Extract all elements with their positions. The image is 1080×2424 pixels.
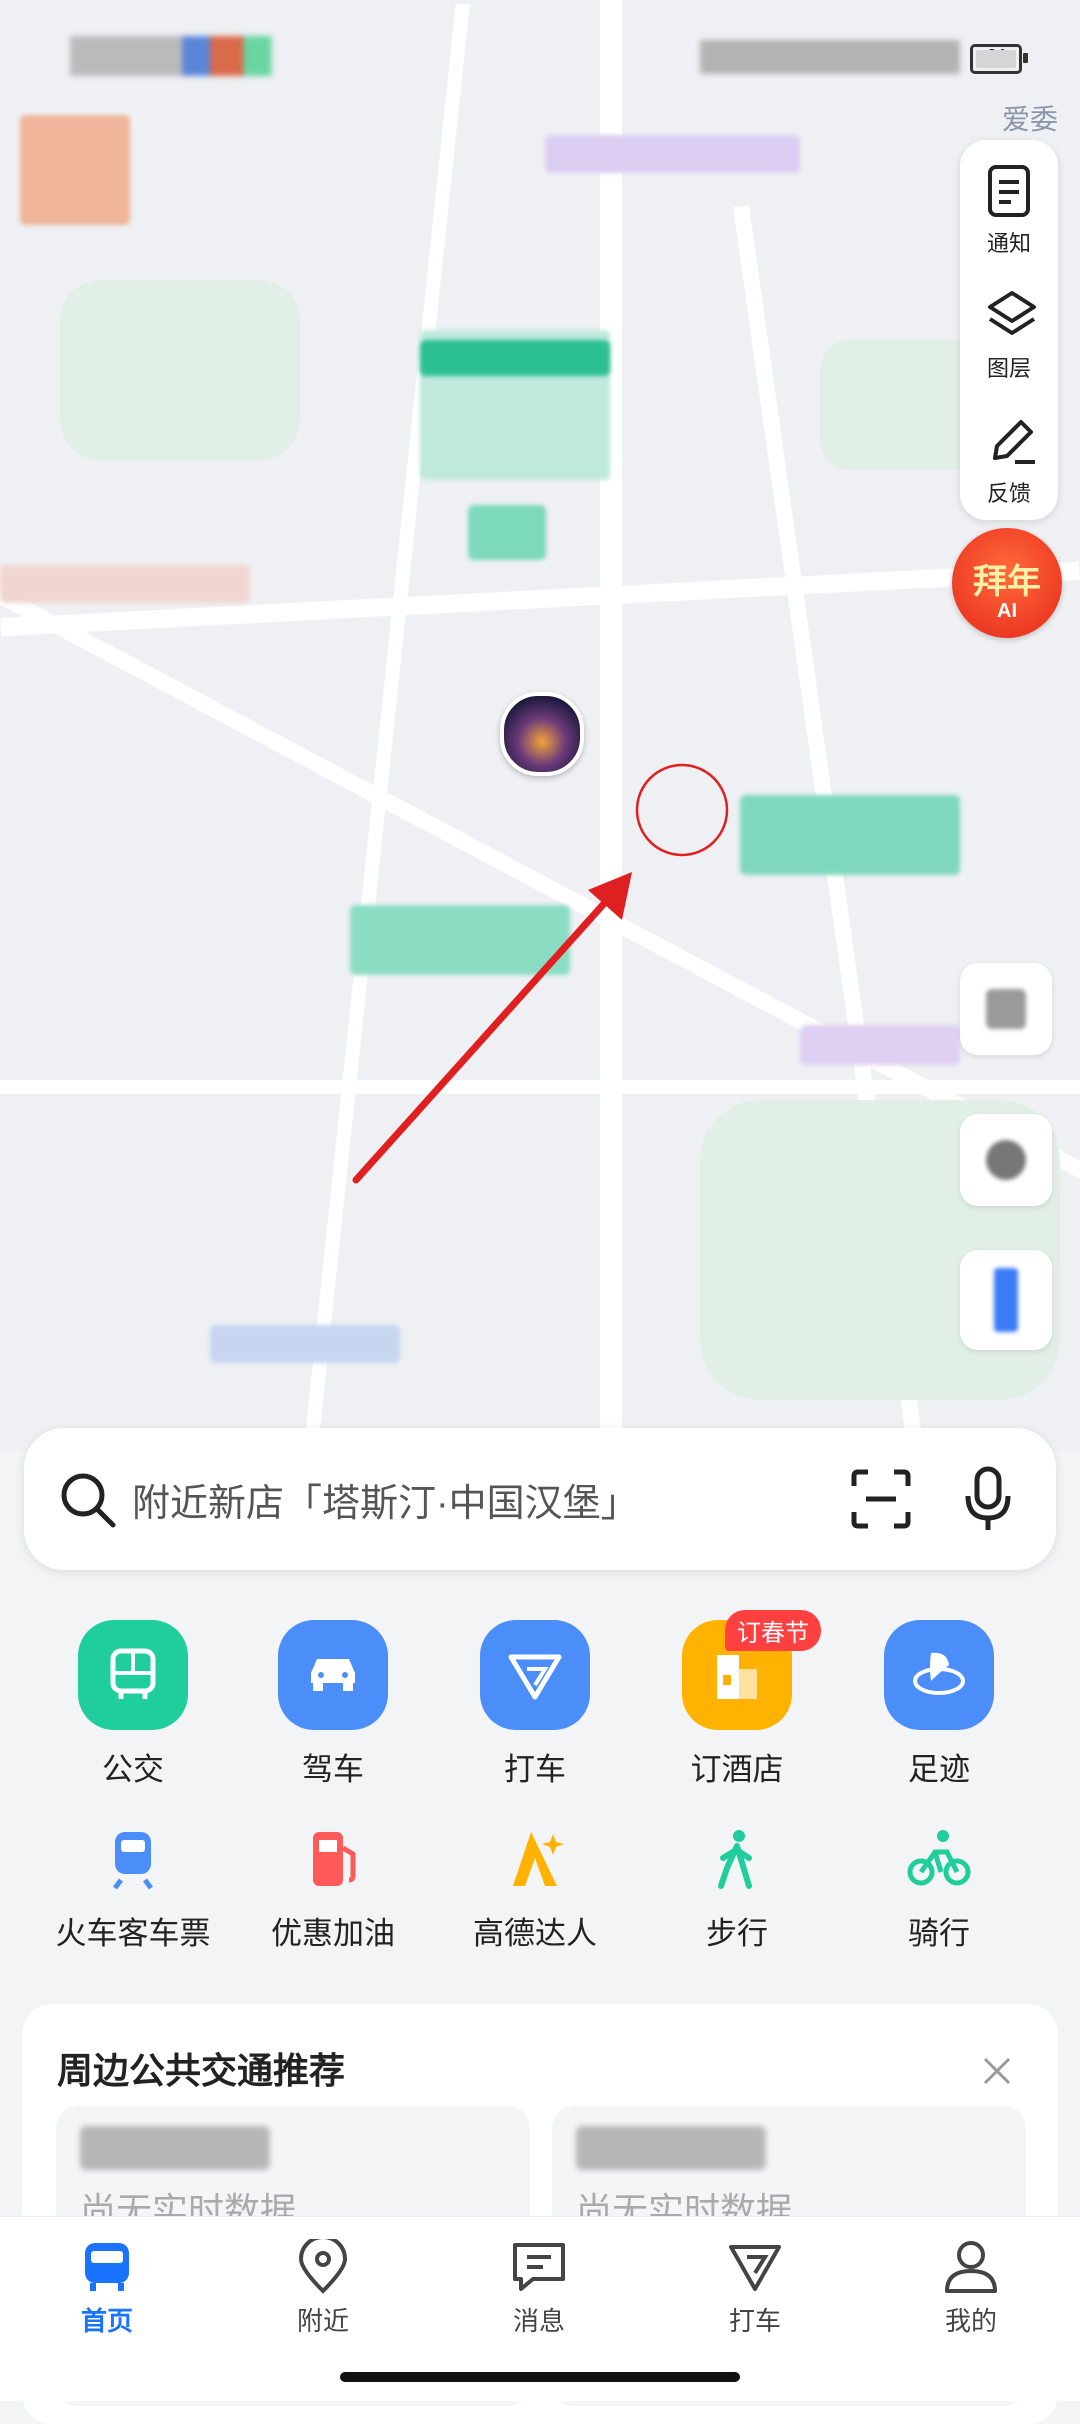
quick-footprint[interactable]: 足迹 [849,1620,1029,1790]
tab-profile[interactable]: 我的 [896,2239,1046,2338]
car-icon [278,1620,388,1730]
status-bar: 61 [0,0,1080,110]
train-icon [113,1832,153,1890]
taxi-tab-icon [729,2245,781,2291]
tool-notice[interactable]: 通知 [960,150,1058,270]
transit-card-title: 周边公共交通推荐 [57,2050,346,2091]
hotel-promo-tag: 订春节 [725,1610,821,1651]
quick-taxi-label: 打车 [504,1752,566,1787]
search-bar[interactable]: 附近新店「塔斯汀·中国汉堡」 [24,1428,1056,1570]
quick-taxi[interactable]: 打车 [445,1620,625,1790]
tool-feedback-label: 反馈 [986,481,1031,506]
tab-nearby[interactable]: 附近 [248,2239,398,2338]
tab-nearby-label: 附近 [296,2306,349,2336]
map-control-icon [986,989,1026,1029]
quick-train-label: 火车客车票 [55,1916,211,1951]
bus-home-icon [85,2243,129,2291]
quick-expert-label: 高德达人 [473,1916,597,1951]
quick-bike-label: 骑行 [908,1916,970,1951]
quick-train[interactable]: 火车客车票 [43,1828,223,1951]
message-icon [513,2243,565,2291]
tab-messages-label: 消息 [512,2306,565,2336]
map-scale-button[interactable] [960,1250,1052,1350]
ai-badge-sub: AI [997,600,1017,622]
profile-icon [945,2241,997,2293]
transit-item-name-blur [576,2126,766,2170]
expert-icon [513,1832,564,1886]
taxi-icon [480,1620,590,1730]
location-pin-icon [298,2239,348,2294]
scan-icon[interactable] [850,1468,912,1530]
ai-new-year-button[interactable]: 拜年 AI [952,528,1062,638]
notice-icon [988,165,1030,217]
tab-messages[interactable]: 消息 [464,2239,614,2338]
quick-expert[interactable]: 高德达人 [445,1828,625,1951]
home-indicator [340,2372,740,2382]
quick-walk-label: 步行 [706,1916,768,1951]
tab-home[interactable]: 首页 [32,2239,182,2338]
quick-bus[interactable]: 公交 [43,1620,223,1790]
close-icon[interactable] [982,2056,1012,2086]
quick-fuel-label: 优惠加油 [271,1916,395,1951]
bus-icon [78,1620,188,1730]
scale-icon [994,1268,1018,1332]
tool-notice-label: 通知 [986,231,1031,256]
transit-item-name-blur [80,2126,270,2170]
footprint-icon [884,1620,994,1730]
ai-badge-text: 拜年 [973,563,1041,601]
quick-drive-label: 驾车 [302,1752,364,1787]
locate-icon [986,1140,1026,1180]
fuel-icon [313,1832,356,1886]
microphone-icon[interactable] [960,1466,1016,1532]
quick-fuel[interactable]: 优惠加油 [243,1828,423,1951]
annotation-overlay [352,763,729,1184]
battery-icon [970,44,1028,74]
search-icon [61,1473,116,1528]
quick-bike[interactable]: 骑行 [849,1828,1029,1951]
quick-actions: 公交 驾车 打车 订春节 订酒店 足迹 火车客车票 优惠加油 高德达人 步行 骑… [0,1590,1080,1980]
tool-layers-label: 图层 [986,356,1031,381]
map-toolbar: 通知 图层 反馈 [960,140,1058,520]
feedback-icon [993,420,1035,464]
annotation-arrow-line [352,884,622,1184]
tab-profile-label: 我的 [944,2306,997,2336]
map-control-button[interactable] [960,963,1052,1055]
quick-hotel[interactable]: 订春节 订酒店 [647,1610,827,1790]
quick-bus-label: 公交 [102,1752,164,1787]
tool-layers[interactable]: 图层 [960,275,1058,395]
map-locate-button[interactable] [960,1114,1052,1206]
annotation-circle [635,763,729,857]
walk-icon [718,1830,752,1889]
status-icons-left [70,36,350,76]
tool-feedback[interactable]: 反馈 [960,400,1058,520]
layers-icon [988,291,1036,335]
tab-home-label: 首页 [80,2306,133,2336]
quick-footprint-label: 足迹 [908,1752,970,1787]
status-icons-right [700,40,960,74]
tab-taxi[interactable]: 打车 [680,2239,830,2338]
search-input[interactable]: 附近新店「塔斯汀·中国汉堡」 [132,1472,639,1527]
quick-hotel-label: 订酒店 [690,1752,784,1787]
quick-drive[interactable]: 驾车 [243,1620,423,1790]
bike-icon [907,1830,971,1886]
tab-taxi-label: 打车 [728,2306,781,2336]
map-view[interactable]: 爱委 通知 图层 反馈 拜年 AI [0,0,1080,1450]
quick-walk[interactable]: 步行 [647,1828,827,1951]
